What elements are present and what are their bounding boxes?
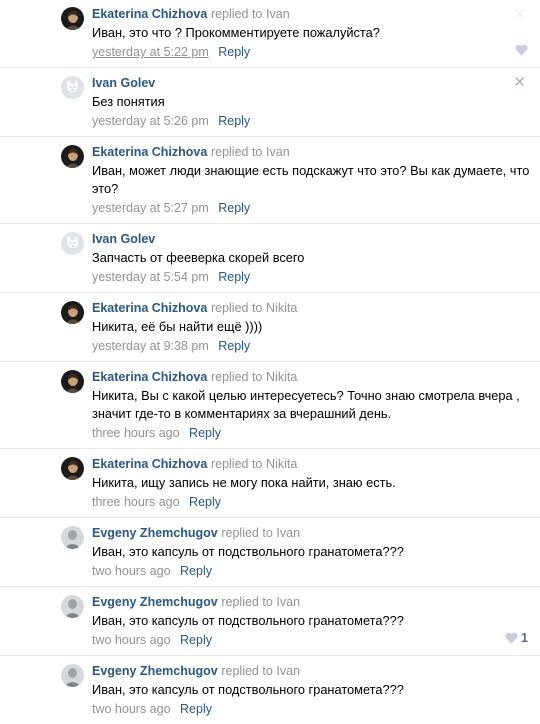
reply-button[interactable]: Reply bbox=[189, 495, 221, 509]
reply-to-name[interactable]: Ivan bbox=[266, 7, 290, 21]
replied-to-text: replied to bbox=[210, 145, 263, 159]
comment-text: Иван, это капсуль от подствольного грана… bbox=[92, 544, 404, 559]
comment-text: Никита, её бы найти ещё )))) bbox=[92, 319, 263, 334]
dark-portrait-avatar[interactable] bbox=[61, 145, 84, 168]
comment-author[interactable]: Ekaterina Chizhova bbox=[92, 7, 207, 21]
comment-item: Ivan Golev Запчасть от фееверка скорей в… bbox=[0, 224, 540, 293]
reply-button[interactable]: Reply bbox=[218, 270, 250, 284]
comment-item: Evgeny Zhemchugov replied to Ivan Иван, … bbox=[0, 587, 540, 656]
comment-text: Никита, Вы с какой целью интересуетесь? … bbox=[92, 388, 520, 421]
reply-to-name[interactable]: Ivan bbox=[276, 595, 300, 609]
comment-author[interactable]: Ekaterina Chizhova bbox=[92, 370, 207, 384]
like-count: 1 bbox=[521, 631, 528, 645]
grey-portrait-avatar[interactable] bbox=[61, 526, 84, 549]
replied-to-text: replied to bbox=[221, 664, 273, 678]
comment-item: Ekaterina Chizhova replied to Nikita Ник… bbox=[0, 362, 540, 449]
reply-button[interactable]: Reply bbox=[180, 702, 212, 716]
comment-time[interactable]: two hours ago bbox=[92, 702, 171, 716]
comment-text: Никита, ищу запись не могу пока найти, з… bbox=[92, 475, 396, 490]
comment-item: Ekaterina Chizhova replied to Ivan Иван,… bbox=[0, 137, 540, 224]
comment-author[interactable]: Ekaterina Chizhova bbox=[92, 145, 207, 159]
dark-portrait-avatar[interactable] bbox=[61, 370, 84, 393]
replied-to-text: replied to bbox=[210, 370, 263, 384]
comment-time[interactable]: three hours ago bbox=[92, 495, 180, 509]
comment-text: Запчасть от фееверка скорей всего bbox=[92, 250, 305, 265]
reply-button[interactable]: Reply bbox=[218, 201, 250, 215]
comment-author[interactable]: Evgeny Zhemchugov bbox=[92, 664, 218, 678]
comment-item: Ekaterina Chizhova replied to Ivan Иван,… bbox=[0, 0, 540, 68]
comment-author[interactable]: Ekaterina Chizhova bbox=[92, 457, 207, 471]
comment-time[interactable]: three hours ago bbox=[92, 426, 180, 440]
comments-thread: Ekaterina Chizhova replied to Ivan Иван,… bbox=[0, 0, 540, 724]
comment-time[interactable]: two hours ago bbox=[92, 633, 171, 647]
heart-icon bbox=[515, 44, 528, 56]
reply-button[interactable]: Reply bbox=[180, 633, 212, 647]
comment-time[interactable]: yesterday at 5:26 pm bbox=[92, 114, 209, 128]
grey-portrait-avatar[interactable] bbox=[61, 664, 84, 687]
replied-to-text: replied to bbox=[221, 595, 273, 609]
comment-author[interactable]: Ekaterina Chizhova bbox=[92, 301, 207, 315]
heart-icon bbox=[505, 632, 518, 644]
comment-text: Иван, это капсуль от подствольного грана… bbox=[92, 613, 404, 628]
reply-to-name[interactable]: Nikita bbox=[266, 301, 297, 315]
like-button[interactable] bbox=[515, 44, 528, 56]
close-icon[interactable]: ✕ bbox=[513, 75, 526, 90]
dark-portrait-avatar[interactable] bbox=[61, 7, 84, 30]
grey-portrait-avatar[interactable] bbox=[61, 595, 84, 618]
reply-to-name[interactable]: Ivan bbox=[266, 145, 290, 159]
reply-button[interactable]: Reply bbox=[189, 426, 221, 440]
reply-to-name[interactable]: Ivan bbox=[276, 664, 300, 678]
reply-button[interactable]: Reply bbox=[218, 339, 250, 353]
comment-time[interactable]: two hours ago bbox=[92, 564, 171, 578]
comment-text: Иван, может люди знающие есть подскажут … bbox=[92, 163, 530, 196]
comment-item: Evgeny Zhemchugov replied to Ivan Иван, … bbox=[0, 656, 540, 724]
comment-author[interactable]: Evgeny Zhemchugov bbox=[92, 595, 218, 609]
comment-item: Ekaterina Chizhova replied to Nikita Ник… bbox=[0, 293, 540, 362]
reply-to-name[interactable]: Ivan bbox=[276, 526, 300, 540]
dark-portrait-avatar[interactable] bbox=[61, 301, 84, 324]
comment-item: Evgeny Zhemchugov replied to Ivan Иван, … bbox=[0, 518, 540, 587]
reply-button[interactable]: Reply bbox=[218, 114, 250, 128]
reply-button[interactable]: Reply bbox=[180, 564, 212, 578]
replied-to-text: replied to bbox=[210, 7, 263, 21]
comment-author[interactable]: Evgeny Zhemchugov bbox=[92, 526, 218, 540]
replied-to-text: replied to bbox=[210, 301, 263, 315]
reply-to-name[interactable]: Nikita bbox=[266, 457, 297, 471]
comment-item: Ivan Golev Без понятия yesterday at 5:26… bbox=[0, 68, 540, 137]
comment-text: Без понятия bbox=[92, 94, 165, 109]
default-dog-avatar[interactable] bbox=[61, 232, 84, 255]
dark-portrait-avatar[interactable] bbox=[61, 457, 84, 480]
reply-to-name[interactable]: Nikita bbox=[266, 370, 297, 384]
replied-to-text: replied to bbox=[221, 526, 273, 540]
comment-author[interactable]: Ivan Golev bbox=[92, 76, 155, 90]
comment-text: Иван, это что ? Прокомментируете пожалуй… bbox=[92, 25, 380, 40]
replied-to-text: replied to bbox=[210, 457, 263, 471]
close-icon[interactable]: ✕ bbox=[513, 7, 526, 22]
like-button[interactable]: 1 bbox=[505, 631, 528, 645]
comment-author[interactable]: Ivan Golev bbox=[92, 232, 155, 246]
comment-time[interactable]: yesterday at 5:22 pm bbox=[92, 45, 209, 59]
comment-time[interactable]: yesterday at 5:54 pm bbox=[92, 270, 209, 284]
reply-button[interactable]: Reply bbox=[218, 45, 250, 59]
comment-time[interactable]: yesterday at 5:27 pm bbox=[92, 201, 209, 215]
default-dog-avatar[interactable] bbox=[61, 76, 84, 99]
comment-text: Иван, это капсуль от подствольного грана… bbox=[92, 682, 404, 697]
comment-item: Ekaterina Chizhova replied to Nikita Ник… bbox=[0, 449, 540, 518]
comment-time[interactable]: yesterday at 9:38 pm bbox=[92, 339, 209, 353]
